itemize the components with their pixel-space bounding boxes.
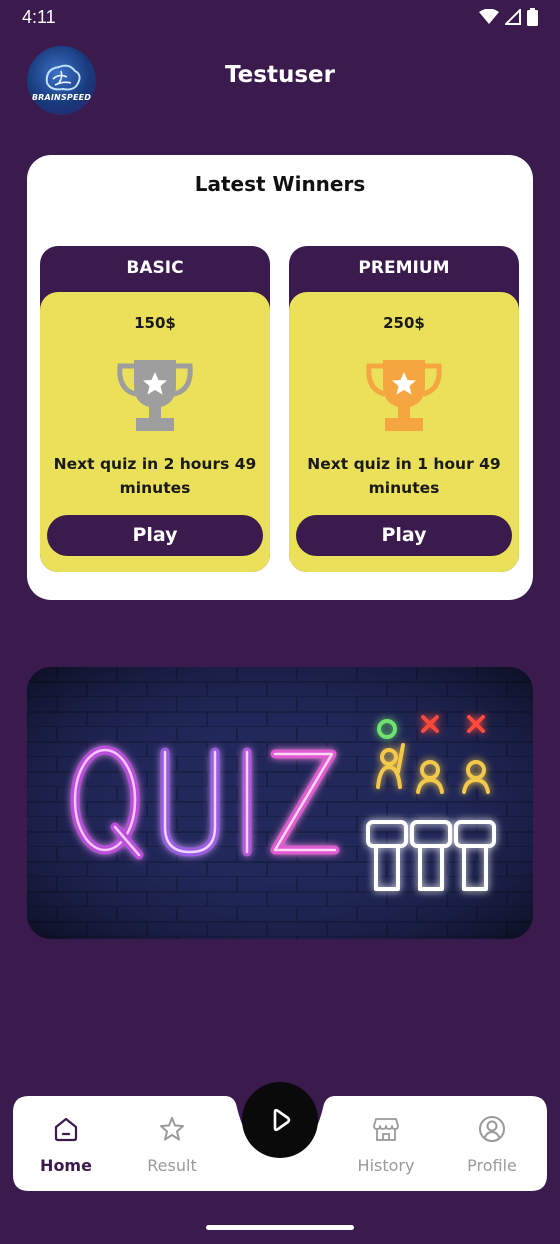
star-icon (160, 1117, 184, 1141)
play-center-button[interactable] (242, 1082, 318, 1158)
tier-name: PREMIUM (358, 258, 450, 278)
tier-card-basic: BASIC 150$ Next quiz in 2 hours 49 minut… (40, 246, 270, 572)
trophy-icon (366, 360, 442, 431)
nav-label: History (357, 1156, 415, 1175)
logo-text: BRAINSPEED (31, 93, 92, 102)
wifi-icon (479, 9, 499, 24)
home-indicator[interactable] (206, 1225, 354, 1230)
next-quiz-text: Next quiz in 2 hours 49 minutes (53, 455, 257, 497)
quiz-banner[interactable] (27, 667, 533, 939)
nav-item-profile[interactable]: Profile (439, 1096, 545, 1191)
tier-body: 150$ Next quiz in 2 hours 49 minutes Pla… (40, 292, 270, 572)
status-time: 4:11 (22, 6, 56, 27)
tier-prize: 250$ (383, 314, 425, 332)
next-quiz-text: Next quiz in 1 hour 49 minutes (307, 455, 501, 497)
nav-label: Result (147, 1156, 197, 1175)
nav-label: Profile (467, 1156, 517, 1175)
tier-body: 250$ Next quiz in 1 hour 49 minutes Play (289, 292, 519, 572)
status-icons (479, 8, 538, 26)
tier-name: BASIC (126, 258, 184, 278)
tier-card-premium: PREMIUM 250$ Next quiz in 1 hour 49 minu… (289, 246, 519, 572)
signal-icon (505, 9, 521, 25)
app-header: BRAINSPEED Testuser (0, 44, 560, 115)
home-icon (54, 1117, 78, 1142)
play-button-basic[interactable]: Play (47, 515, 263, 556)
battery-icon (527, 8, 538, 26)
store-icon (373, 1118, 399, 1141)
latest-winners-card: Latest Winners BASIC 150$ Next quiz in 2… (27, 155, 533, 600)
quiz-neon-illustration (27, 667, 533, 939)
bottom-navigation: Home Result History Profile (13, 1082, 547, 1191)
nav-item-home[interactable]: Home (13, 1096, 119, 1191)
winners-title: Latest Winners (194, 172, 366, 196)
nav-label: Home (40, 1156, 92, 1175)
play-icon (273, 1108, 291, 1132)
nav-item-result[interactable]: Result (119, 1096, 225, 1191)
user-icon (479, 1116, 505, 1142)
tier-prize: 150$ (134, 314, 176, 332)
status-bar: 4:11 (0, 0, 560, 34)
trophy-icon (117, 360, 193, 431)
page-title: Testuser (225, 62, 335, 88)
play-button-premium[interactable]: Play (296, 515, 512, 556)
nav-item-history[interactable]: History (333, 1096, 439, 1191)
